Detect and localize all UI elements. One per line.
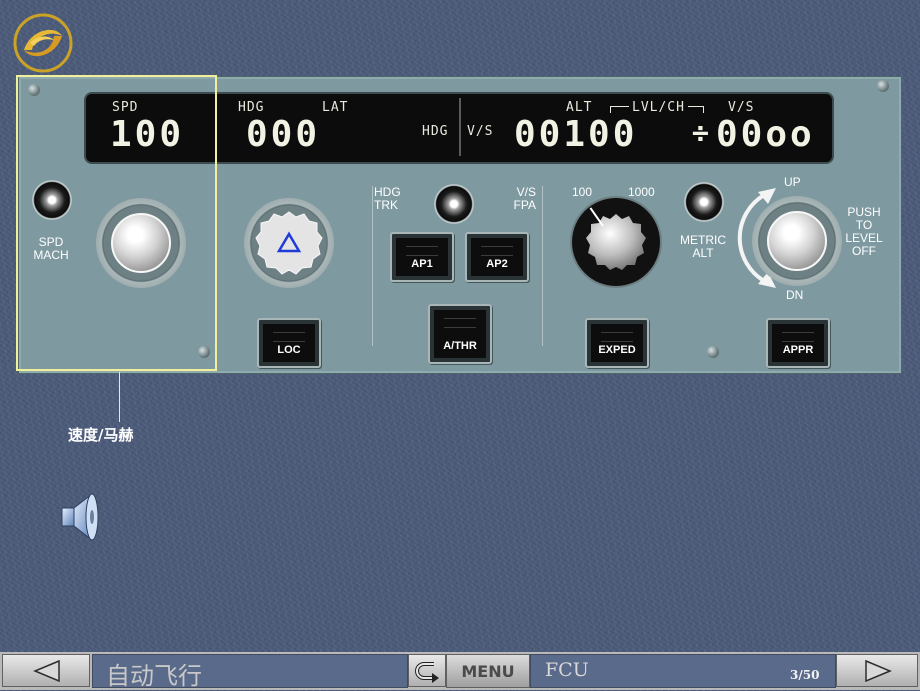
metric-alt-button[interactable] xyxy=(684,182,724,222)
vs-mode-label: V/S xyxy=(467,124,494,139)
lat-label: LAT xyxy=(322,100,349,115)
hdg-label: HDG xyxy=(238,100,265,115)
hdg-mode-label: HDG xyxy=(422,124,449,139)
vs-knob-cap[interactable] xyxy=(767,211,827,271)
page-number: 3/50 xyxy=(790,668,820,682)
display-divider xyxy=(459,98,461,156)
previous-button[interactable] xyxy=(2,654,90,687)
callout-label: 速度/马赫 xyxy=(68,426,134,444)
return-button[interactable] xyxy=(408,654,446,687)
vs-sign: ÷ xyxy=(692,116,712,149)
section-divider xyxy=(542,186,543,346)
vs-knob[interactable] xyxy=(752,196,842,286)
nav-title: 自动飞行 xyxy=(106,662,202,690)
speaker-icon[interactable] xyxy=(58,488,104,546)
ap2-button[interactable]: AP2 xyxy=(465,232,529,282)
vs-value: 00oo xyxy=(716,114,815,155)
ap2-button-label: AP2 xyxy=(486,258,508,270)
ap1-button[interactable]: AP1 xyxy=(390,232,454,282)
next-button[interactable] xyxy=(836,654,918,687)
athr-button[interactable]: A/THR xyxy=(428,304,492,364)
athr-button-label: A/THR xyxy=(443,340,477,352)
ap1-button-label: AP1 xyxy=(411,258,433,270)
push-to-level-off-label: PUSH TO LEVEL OFF xyxy=(845,205,883,258)
lvl-ch-label: LVL/CH xyxy=(629,100,688,115)
appr-button-label: APPR xyxy=(782,344,814,356)
next-arrow-icon xyxy=(865,660,892,682)
screw-icon xyxy=(707,346,719,358)
callout-line xyxy=(119,372,120,422)
heading-knob[interactable] xyxy=(244,198,334,288)
spd-mach-highlight xyxy=(16,75,217,371)
return-icon xyxy=(415,662,439,683)
loc-button-label: LOC xyxy=(277,344,301,356)
hdg-trk-label: HDG TRK xyxy=(374,185,401,212)
exped-button-label: EXPED xyxy=(598,344,636,356)
up-label: UP xyxy=(784,175,801,189)
loc-button[interactable]: LOC xyxy=(257,318,321,368)
vs-fpa-label: V/S FPA xyxy=(513,185,536,212)
dn-label: DN xyxy=(786,288,804,302)
prev-arrow-icon xyxy=(33,660,60,682)
alt-label: ALT xyxy=(566,100,593,115)
menu-button-label: MENU xyxy=(461,662,515,681)
screw-icon xyxy=(877,80,889,92)
altitude-knob-cap[interactable] xyxy=(586,212,646,272)
vs-label: V/S xyxy=(728,100,755,115)
hdg-trk-vs-fpa-button[interactable] xyxy=(434,184,474,224)
heading-knob-cap[interactable] xyxy=(254,208,324,278)
hdg-value: 000 xyxy=(246,114,321,155)
appr-button[interactable]: APPR xyxy=(766,318,830,368)
alt-increment-1000-label: 1000 xyxy=(628,185,655,199)
altitude-knob[interactable] xyxy=(572,198,660,286)
metric-alt-label: METRIC ALT xyxy=(680,233,726,260)
section-label: FCU xyxy=(545,659,589,681)
alt-value: 00100 xyxy=(514,114,638,155)
logo-icon xyxy=(13,13,73,73)
exped-button[interactable]: EXPED xyxy=(585,318,649,368)
alt-increment-100-label: 100 xyxy=(572,185,593,199)
section-divider xyxy=(372,186,373,346)
